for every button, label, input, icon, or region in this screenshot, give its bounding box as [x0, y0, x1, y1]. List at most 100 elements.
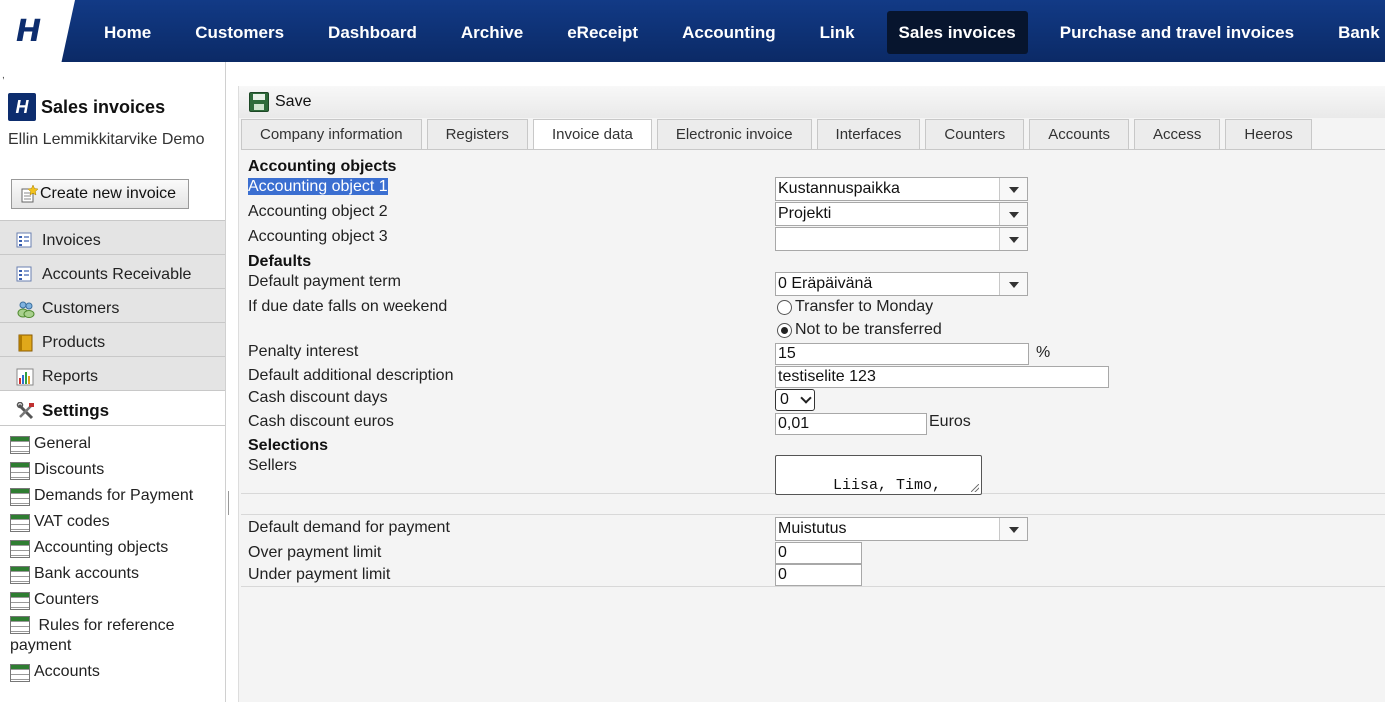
sidebar-item-label: Invoices [42, 231, 101, 249]
table-icon [10, 540, 30, 558]
settings-item-label: Discounts [34, 461, 105, 478]
create-new-invoice-button[interactable]: Create new invoice [11, 179, 189, 209]
accounting-object-3-label: Accounting object 3 [248, 228, 388, 245]
over-payment-limit-label: Over payment limit [248, 544, 382, 561]
select-value: 0 Eräpäivänä [778, 275, 873, 292]
tab-registers[interactable]: Registers [426, 119, 528, 149]
tab-access[interactable]: Access [1134, 119, 1221, 149]
default-demand-select[interactable]: Muistutus [775, 517, 1028, 541]
sales-invoices-logo-icon: H [8, 93, 36, 121]
settings-item-accounting-objects[interactable]: Accounting objects [0, 538, 225, 564]
radio-not-transferred[interactable]: Not to be transferred [777, 321, 942, 339]
tab-accounts[interactable]: Accounts [1029, 119, 1129, 149]
settings-item-demands-for-payment[interactable]: Demands for Payment [0, 486, 225, 512]
settings-item-vat-codes[interactable]: VAT codes [0, 512, 225, 538]
nav-purchase-travel[interactable]: Purchase and travel invoices [1038, 11, 1316, 54]
cash-discount-euros-input[interactable]: 0,01 [775, 413, 927, 435]
sidebar: , H Sales invoices Ellin Lemmikkitarvike… [0, 62, 226, 702]
selections-header: Selections [248, 437, 329, 454]
under-payment-limit-input[interactable]: 0 [775, 564, 862, 586]
sidebar-item-settings[interactable]: Settings [0, 390, 225, 426]
sidebar-item-label: Customers [42, 299, 120, 317]
payment-term-select[interactable]: 0 Eräpäivänä [775, 272, 1028, 296]
settings-tabs: Company information Registers Invoice da… [241, 119, 1317, 150]
nav-archive[interactable]: Archive [439, 11, 545, 54]
over-payment-limit-input[interactable]: 0 [775, 542, 862, 564]
nav-sales-invoices[interactable]: Sales invoices [886, 11, 1028, 54]
sidebar-menu: Invoices Accounts Receivable Customers P… [0, 220, 225, 688]
nav-accounting[interactable]: Accounting [660, 11, 798, 54]
tab-company-information[interactable]: Company information [241, 119, 422, 149]
tab-invoice-data[interactable]: Invoice data [532, 119, 652, 150]
radio-button[interactable] [777, 299, 792, 315]
accounting-object-2-label: Accounting object 2 [248, 203, 388, 220]
settings-submenu: General Discounts Demands for Payment VA… [0, 426, 225, 688]
additional-description-label: Default additional description [248, 367, 454, 384]
nav-home[interactable]: Home [82, 11, 173, 54]
radio-transfer-monday[interactable]: Transfer to Monday [777, 298, 933, 316]
accounting-object-3-select[interactable] [775, 227, 1028, 251]
settings-item-accounts[interactable]: Accounts [0, 662, 225, 688]
select-value: Kustannuspaikka [778, 180, 900, 197]
settings-item-general[interactable]: General [0, 434, 225, 460]
tab-interfaces[interactable]: Interfaces [816, 119, 921, 149]
table-icon [10, 616, 30, 634]
nav-ereceipt[interactable]: eReceipt [545, 11, 660, 54]
sidebar-item-label: Reports [42, 367, 99, 385]
invoices-icon [16, 232, 36, 250]
sellers-textarea[interactable]: Liisa, Timo, Niina, Elli [775, 455, 982, 495]
sidebar-item-invoices[interactable]: Invoices [0, 220, 225, 254]
invoice-data-panel: Accounting objects Accounting object 1 K… [241, 149, 1385, 495]
accounting-object-2-select[interactable]: Projekti [775, 202, 1028, 226]
table-icon [10, 664, 30, 682]
table-icon [10, 592, 30, 610]
select-value: Muistutus [778, 520, 847, 537]
settings-item-bank-accounts[interactable]: Bank accounts [0, 564, 225, 590]
accounts-receivable-icon [16, 266, 36, 284]
sidebar-item-accounts-receivable[interactable]: Accounts Receivable [0, 254, 225, 288]
resize-grip-icon[interactable] [971, 484, 979, 492]
sidebar-splitter-handle[interactable] [228, 491, 229, 515]
save-button[interactable]: Save [275, 93, 311, 111]
sidebar-item-products[interactable]: Products [0, 322, 225, 356]
settings-item-counters[interactable]: Counters [0, 590, 225, 616]
nav-dashboard[interactable]: Dashboard [306, 11, 439, 54]
select-value: Projekti [778, 205, 832, 222]
toolbar: Save [239, 86, 1385, 118]
sidebar-item-label: Products [42, 333, 106, 351]
tab-counters[interactable]: Counters [925, 119, 1025, 149]
settings-item-discounts[interactable]: Discounts [0, 460, 225, 486]
radio-label: Transfer to Monday [795, 298, 934, 315]
select-value: 0 [780, 391, 789, 408]
create-new-invoice-label: Create new invoice [40, 185, 177, 202]
tick-mark: , [2, 70, 5, 81]
sidebar-item-customers[interactable]: Customers [0, 288, 225, 322]
floppy-disk-icon[interactable] [249, 92, 269, 112]
cash-discount-days-select[interactable]: 0 [775, 389, 815, 411]
settings-tools-icon [16, 401, 36, 420]
penalty-interest-input[interactable]: 15 [775, 343, 1029, 365]
table-icon [10, 462, 30, 480]
settings-item-rules-reference-payment[interactable]: Rules for reference payment [0, 616, 225, 662]
table-icon [10, 488, 30, 506]
percent-suffix: % [1036, 344, 1051, 361]
nav-customers[interactable]: Customers [173, 11, 306, 54]
radio-button[interactable] [777, 322, 792, 338]
settings-item-label: Counters [34, 591, 99, 608]
table-icon [10, 514, 30, 532]
accounting-object-1-select[interactable]: Kustannuspaikka [775, 177, 1028, 201]
customers-icon [16, 300, 36, 318]
sidebar-item-reports[interactable]: Reports [0, 356, 225, 390]
chevron-down-icon [800, 392, 812, 404]
euros-suffix: Euros [929, 413, 971, 430]
textarea-value: Liisa, Timo, Niina, Elli [833, 477, 942, 494]
additional-description-input[interactable]: testiselite 123 [775, 366, 1109, 388]
tab-heeros[interactable]: Heeros [1225, 119, 1312, 149]
weekend-label: If due date falls on weekend [248, 298, 448, 315]
dropdown-arrow-icon [999, 203, 1027, 225]
dropdown-arrow-icon [999, 273, 1027, 295]
settings-item-label: VAT codes [34, 513, 110, 530]
tab-electronic-invoice[interactable]: Electronic invoice [656, 119, 812, 149]
nav-bank[interactable]: Bank [1316, 11, 1385, 54]
nav-link[interactable]: Link [798, 11, 877, 54]
